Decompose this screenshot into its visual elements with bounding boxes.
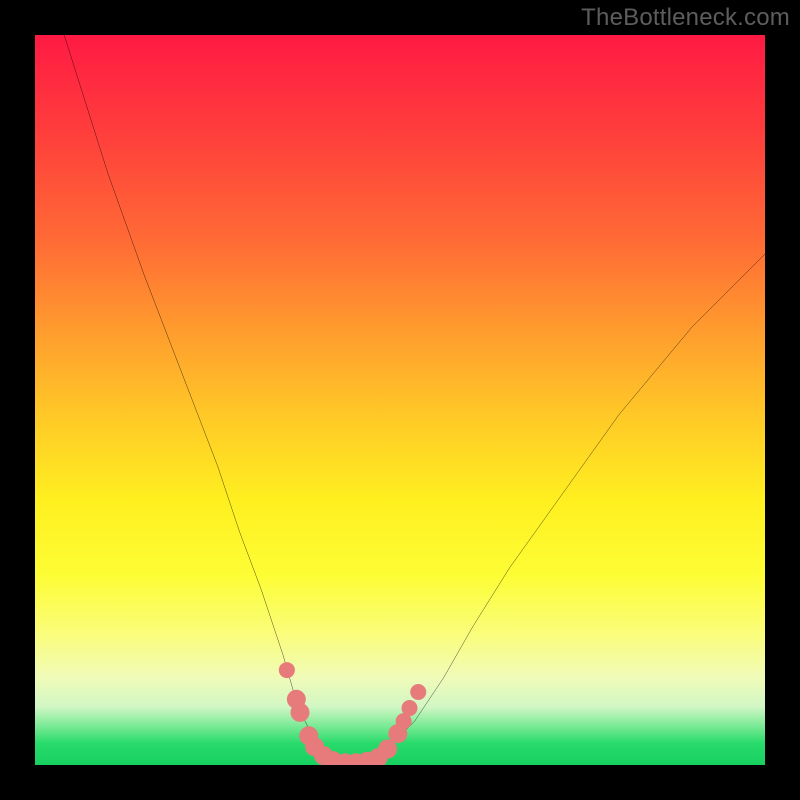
watermark-text: TheBottleneck.com (581, 4, 790, 32)
marker-group (279, 662, 426, 765)
curve-marker (291, 703, 310, 722)
bottleneck-curve-path (64, 35, 765, 765)
plot-area (35, 35, 765, 765)
curve-marker (401, 700, 417, 716)
curve-marker (410, 684, 426, 700)
curve-layer (35, 35, 765, 765)
curve-marker (279, 662, 295, 678)
chart-frame: TheBottleneck.com (0, 0, 800, 800)
